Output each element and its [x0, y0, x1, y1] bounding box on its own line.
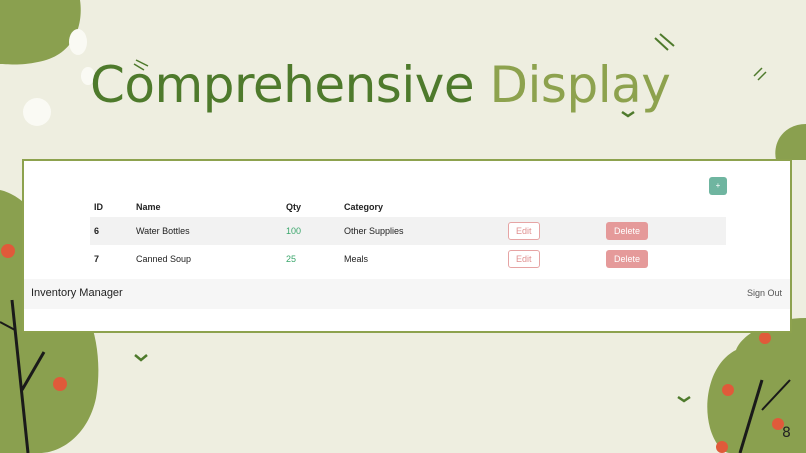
edit-button[interactable]: Edit	[508, 250, 540, 268]
cell-name: Canned Soup	[136, 254, 192, 264]
berry-right-1	[759, 332, 771, 344]
berry-left-1	[1, 244, 15, 258]
table-header-row: ID Name Qty Category	[90, 197, 726, 217]
column-header-name: Name	[136, 202, 161, 212]
delete-button[interactable]: Delete	[606, 222, 649, 240]
column-header-delete	[602, 197, 726, 217]
add-item-button[interactable]: +	[709, 177, 727, 195]
column-header-id: ID	[94, 202, 103, 212]
column-header-qty: Qty	[286, 202, 302, 212]
delete-button[interactable]: Delete	[606, 250, 649, 268]
edit-button[interactable]: Edit	[508, 222, 540, 240]
table-row: 7 Canned Soup 25 Meals Edit Delete	[90, 245, 726, 273]
cell-delete: Delete	[602, 245, 726, 273]
accent-check-1	[134, 354, 148, 362]
cell-category: Meals	[344, 254, 369, 264]
cell-delete: Delete	[602, 217, 726, 245]
app-footer: Inventory Manager Sign Out	[24, 279, 790, 309]
cell-name: Water Bottles	[132, 217, 282, 245]
slide-title: Comprehensive Display	[90, 56, 671, 114]
berry-right-2	[722, 384, 734, 396]
accent-dash-2	[654, 33, 675, 51]
slide-title-word-2: Display	[489, 56, 671, 114]
cell-category: Other Supplies	[340, 217, 504, 245]
table-row: 6 Water Bottles 100 Other Supplies Edit …	[90, 217, 726, 245]
app-screenshot-panel: + ID Name Qty Category 6 Water Bottles 1…	[22, 159, 792, 333]
blob-top-left	[0, 0, 81, 65]
accent-dash-3	[753, 67, 767, 81]
accent-check-3	[677, 395, 691, 403]
berry-right-4	[716, 441, 728, 453]
column-header-edit	[504, 197, 602, 217]
column-header-category: Category	[344, 202, 384, 212]
cell-qty: 100	[282, 217, 340, 245]
cell-edit: Edit	[504, 245, 602, 273]
blob-right-bottom	[707, 318, 806, 453]
cell-id: 7	[94, 254, 100, 264]
cell-qty: 25	[286, 254, 297, 264]
blob-right-top	[775, 124, 806, 160]
blob-small-white-1	[69, 29, 87, 55]
slide-title-word-1: Comprehensive	[90, 56, 475, 114]
brand-name: Inventory Manager	[31, 287, 123, 299]
sign-out-link[interactable]: Sign Out	[747, 288, 782, 298]
cell-edit: Edit	[504, 217, 602, 245]
cell-id: 6	[90, 217, 132, 245]
inventory-table: ID Name Qty Category 6 Water Bottles 100…	[90, 197, 726, 273]
blob-small-white-2	[23, 98, 51, 126]
page-number: 8	[782, 425, 791, 441]
berry-left-2	[53, 377, 67, 391]
